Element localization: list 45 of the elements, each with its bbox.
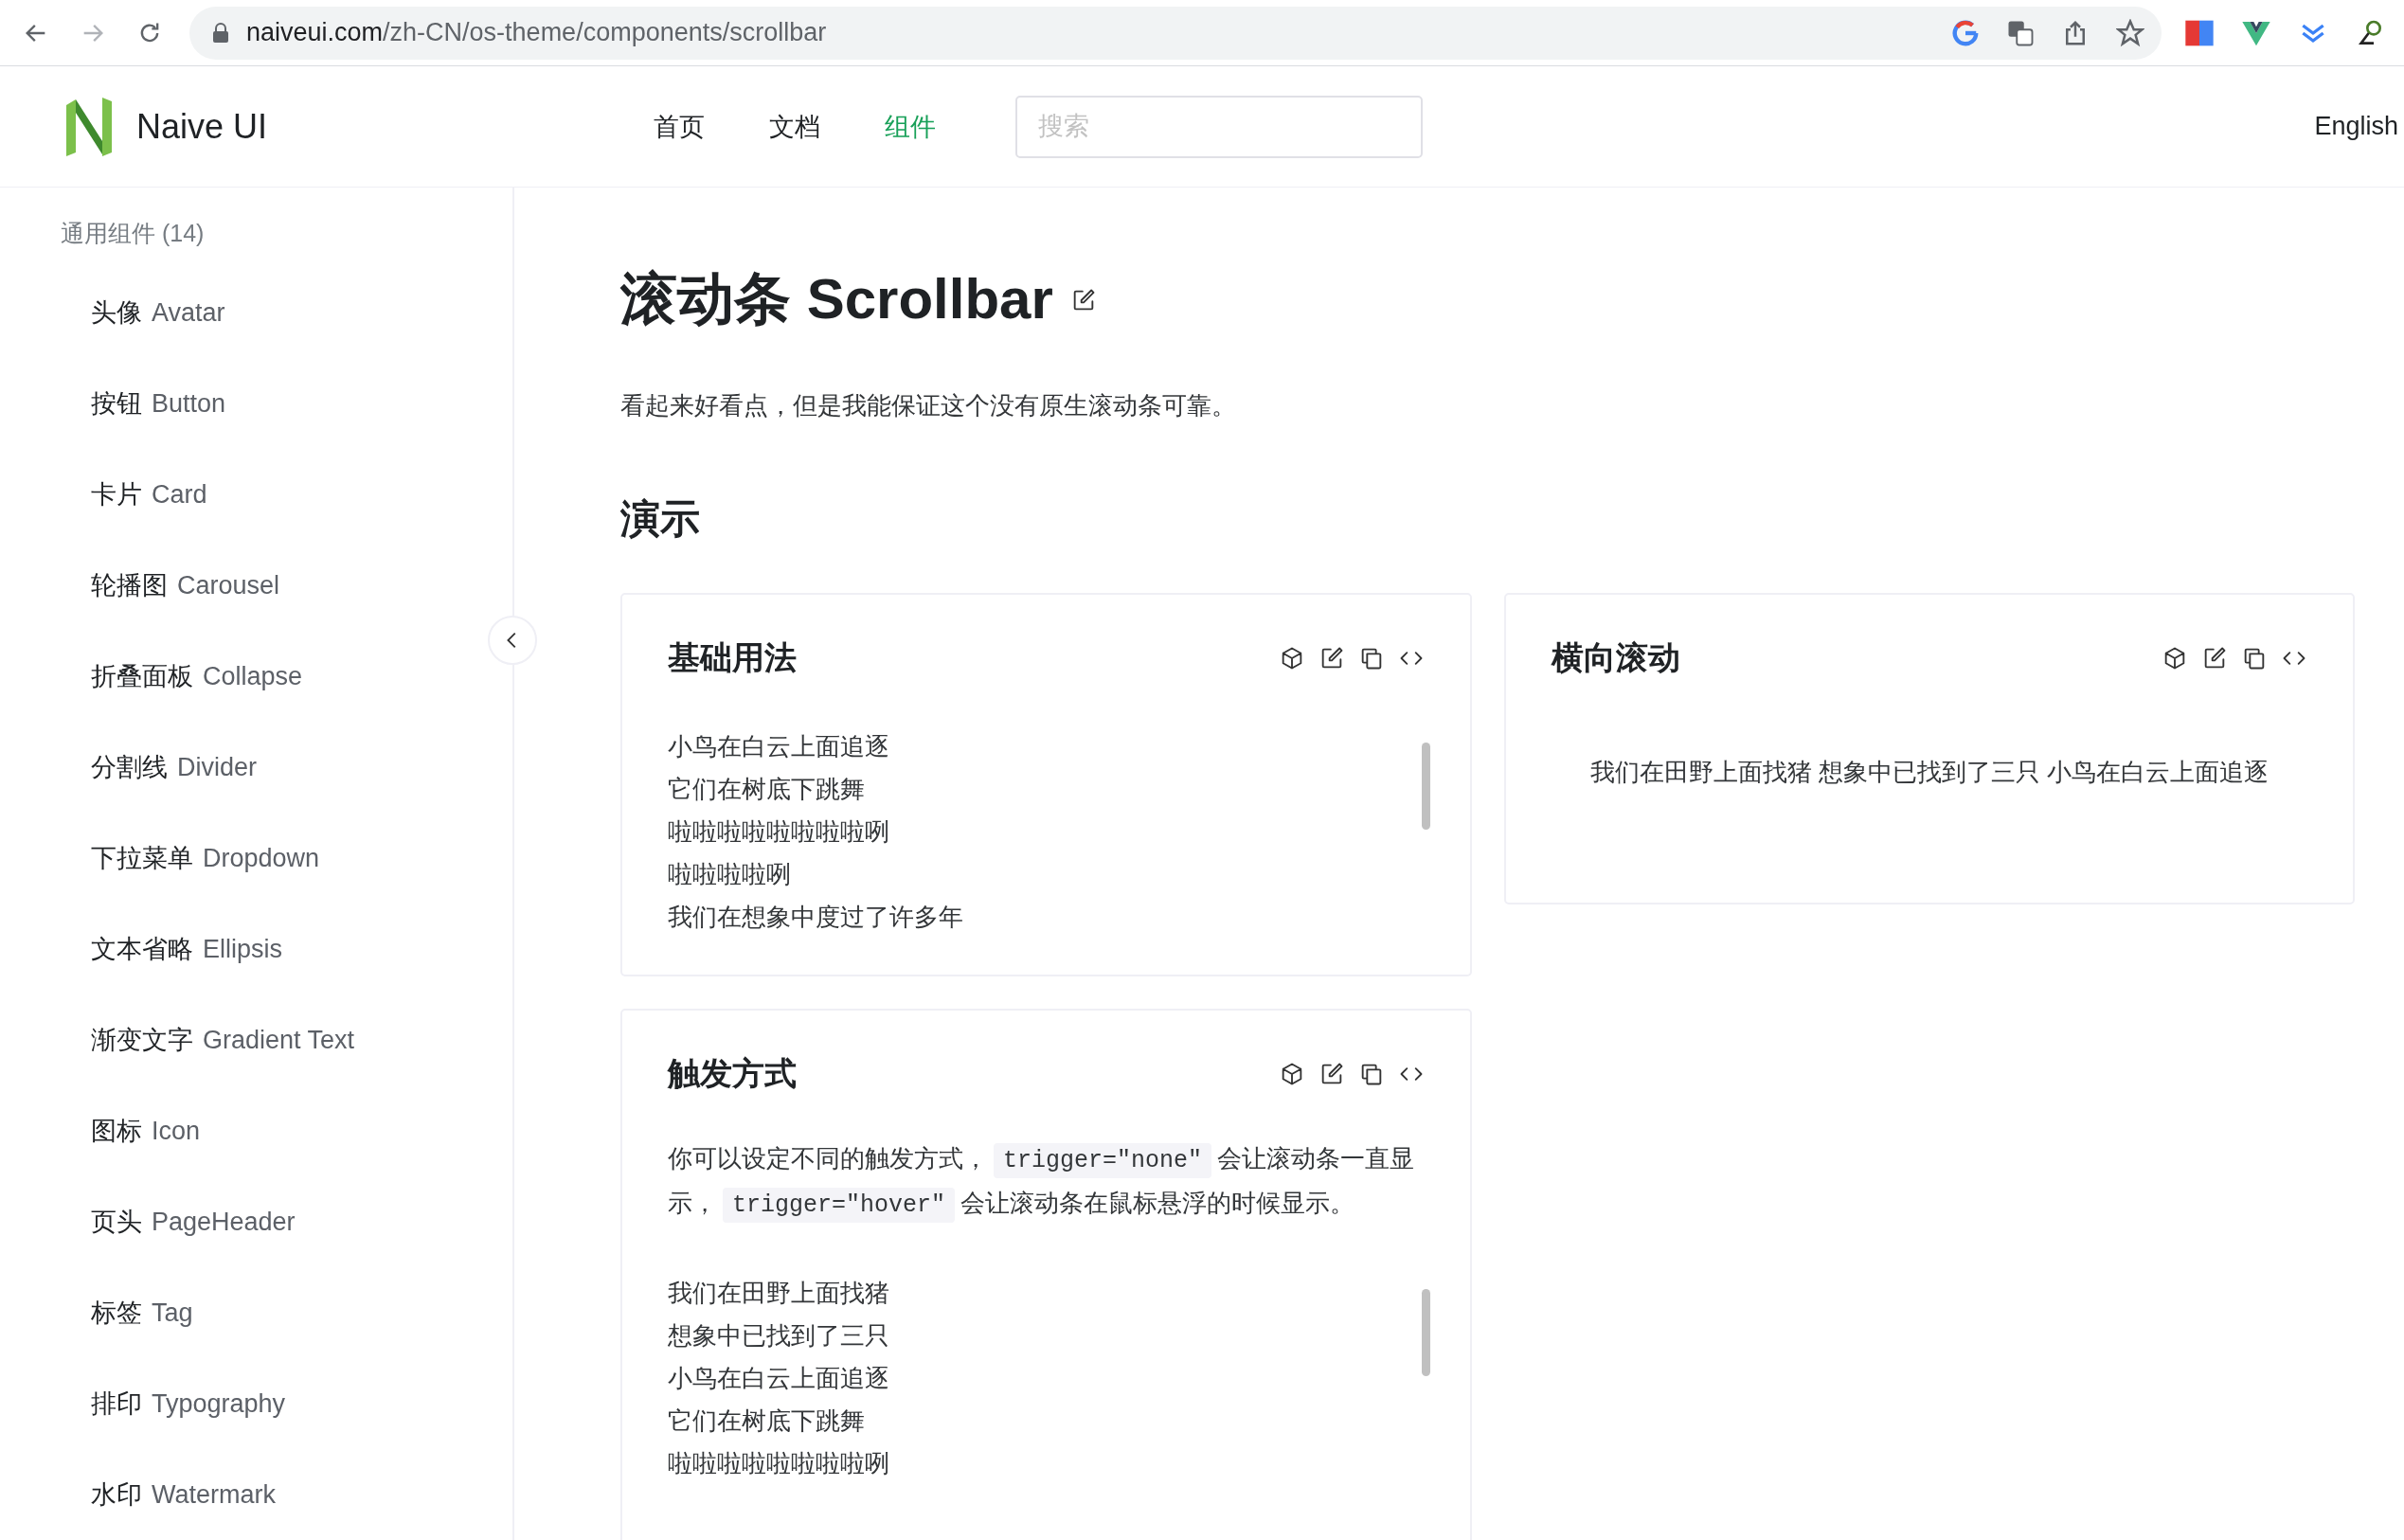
sidebar-item[interactable]: 按钮 Button	[0, 358, 512, 449]
text-line: 啦啦啦啦啦啦啦啦咧	[668, 816, 890, 848]
google-icon[interactable]	[1951, 18, 1980, 47]
address-bar[interactable]: naiveui.com/zh-CN/os-theme/components/scrollbar	[189, 6, 2162, 60]
text-line: 啦啦啦啦啦啦啦啦咧	[668, 1448, 890, 1479]
text-line: 它们在树底下跳舞	[668, 1406, 866, 1437]
sidebar-item[interactable]: 轮播图 Carousel	[0, 540, 512, 631]
page-title: 滚动条 Scrollbar	[620, 266, 1053, 332]
lock-icon	[212, 22, 229, 44]
scrollbar-thumb[interactable]	[1421, 743, 1430, 830]
sidebar-item[interactable]: 折叠面板 Collapse	[0, 631, 512, 722]
demo-title: 触发方式	[668, 1054, 797, 1093]
demo-title: 基础用法	[668, 638, 797, 677]
sidebar-item[interactable]: 排印 Typography	[0, 1358, 512, 1449]
sidebar-item[interactable]: 下拉菜单 Dropdown	[0, 813, 512, 904]
demo-title: 横向滚动	[1551, 638, 1680, 677]
section-title: 演示	[620, 495, 701, 543]
scrollbar-thumb[interactable]	[1421, 1289, 1430, 1376]
search-field[interactable]: 搜索	[1015, 95, 1423, 158]
demo-description: 你可以设定不同的触发方式， trigger="none" 会让滚动条一直显示， trigger="hover" 会让滚动条在鼠标悬浮的时候显示。	[668, 1137, 1425, 1227]
sidebar-item[interactable]: 卡片 Card	[0, 449, 512, 540]
sidebar-item[interactable]: 渐变文字 Gradient Text	[0, 994, 512, 1085]
sidebar-item[interactable]: 水印 Watermark	[0, 1449, 512, 1540]
sidebar-item[interactable]: 头像 Avatar	[0, 267, 512, 358]
nav-tab[interactable]: 首页	[621, 109, 737, 144]
text-line: 我们在田野上面找猪 想象中已找到了三只 小鸟在白云上面追逐	[1589, 758, 2269, 786]
text-line: 它们在树底下跳舞	[668, 774, 866, 805]
nav-tab[interactable]: 文档	[737, 109, 852, 144]
text-line: 我们在想象中度过了许多年	[668, 902, 964, 933]
text-line: 啦啦啦啦咧	[668, 859, 792, 890]
sidebar-item[interactable]: 页头 PageHeader	[0, 1176, 512, 1267]
text-line: 小鸟在白云上面追逐	[668, 731, 890, 762]
text-line: 我们在田野上面找猪	[668, 1278, 890, 1309]
star-icon[interactable]	[2116, 18, 2144, 47]
sidebar-item[interactable]: 标签 Tag	[0, 1267, 512, 1358]
sidebar-item[interactable]: 图标 Icon	[0, 1085, 512, 1176]
text-line: 小鸟在白云上面追逐	[668, 1363, 890, 1394]
logo-text[interactable]: Naive UI	[136, 106, 268, 147]
sidebar-item[interactable]: 分割线 Divider	[0, 722, 512, 813]
text-line: 想象中已找到了三只	[668, 1320, 890, 1352]
language-link[interactable]: English	[2314, 112, 2404, 141]
menu-group-title: 通用组件 (14)	[60, 219, 206, 248]
page-intro: 看起来好看点，但是我能保证这个没有原生滚动条可靠。	[620, 390, 1237, 421]
url-text: naiveui.com/zh-CN/os-theme/components/scrollbar	[246, 18, 828, 47]
sidebar-item[interactable]: 文本省略 Ellipsis	[0, 904, 512, 994]
